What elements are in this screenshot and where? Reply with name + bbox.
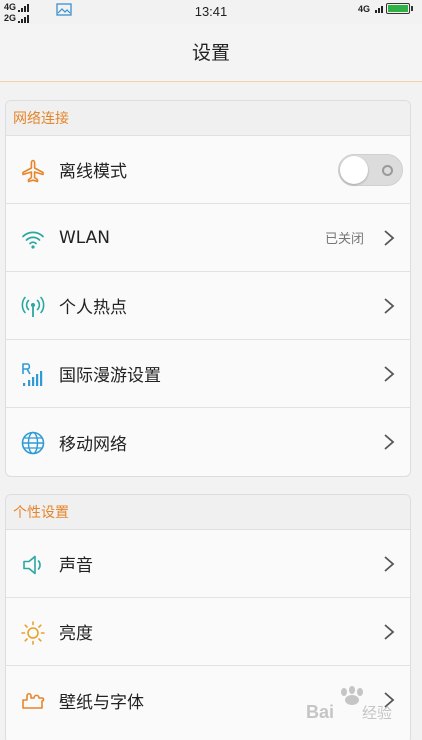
status-right: 4G	[357, 3, 413, 14]
hotspot-icon	[21, 296, 45, 317]
row-sound[interactable]: 声音	[6, 530, 410, 598]
row-roaming[interactable]: 国际漫游设置	[6, 340, 410, 408]
battery-icon	[386, 3, 413, 14]
airplane-mode-toggle[interactable]	[338, 154, 403, 186]
page-title: 设置	[0, 24, 422, 82]
row-label-hotspot: 个人热点	[59, 298, 127, 318]
section-header-personalization: 个性设置	[6, 495, 410, 530]
svg-text:Bai: Bai	[306, 702, 334, 722]
row-airplane-mode[interactable]: 离线模式	[6, 136, 410, 204]
row-label-wlan: WLAN	[59, 227, 111, 248]
row-label-mobile-network: 移动网络	[59, 434, 127, 455]
roaming-icon	[22, 363, 43, 386]
row-label-brightness: 亮度	[59, 624, 93, 644]
baidu-watermark-logo: Bai 经验	[306, 686, 392, 722]
wifi-icon	[22, 231, 44, 249]
airplane-icon	[22, 159, 44, 183]
chevron-right-icon	[384, 556, 395, 572]
row-hotspot[interactable]: 个人热点	[6, 272, 410, 340]
chevron-right-icon	[384, 366, 395, 382]
globe-icon	[21, 431, 45, 455]
brightness-icon	[21, 621, 45, 645]
row-label-sound: 声音	[59, 556, 93, 576]
chevron-right-icon	[384, 298, 395, 314]
chevron-right-icon	[384, 624, 395, 640]
row-label-wallpaper-font: 壁纸与字体	[59, 692, 144, 713]
row-wlan[interactable]: WLAN 已关闭	[6, 204, 410, 272]
row-mobile-network[interactable]: 移动网络	[6, 408, 410, 476]
row-brightness[interactable]: 亮度	[6, 598, 410, 666]
wlan-status-value: 已关闭	[324, 232, 364, 247]
row-label-airplane-mode: 离线模式	[59, 162, 127, 182]
toggle-knob	[340, 156, 368, 184]
network-type-right: 4G	[357, 3, 370, 14]
svg-text:经验: 经验	[362, 704, 392, 722]
signal-icon	[375, 5, 383, 13]
status-bar: 4G 2G 13:41 4G	[0, 0, 422, 24]
toggle-off-indicator	[382, 165, 393, 176]
chevron-right-icon	[384, 230, 395, 246]
chevron-right-icon	[384, 434, 395, 450]
section-header-network: 网络连接	[6, 101, 410, 136]
row-label-roaming: 国际漫游设置	[59, 366, 161, 386]
section-network: 网络连接 离线模式 WLAN 已关闭 个人热点 国际漫游设置 移动网络	[5, 100, 411, 477]
wallpaper-icon	[22, 692, 45, 709]
speaker-icon	[23, 555, 41, 575]
